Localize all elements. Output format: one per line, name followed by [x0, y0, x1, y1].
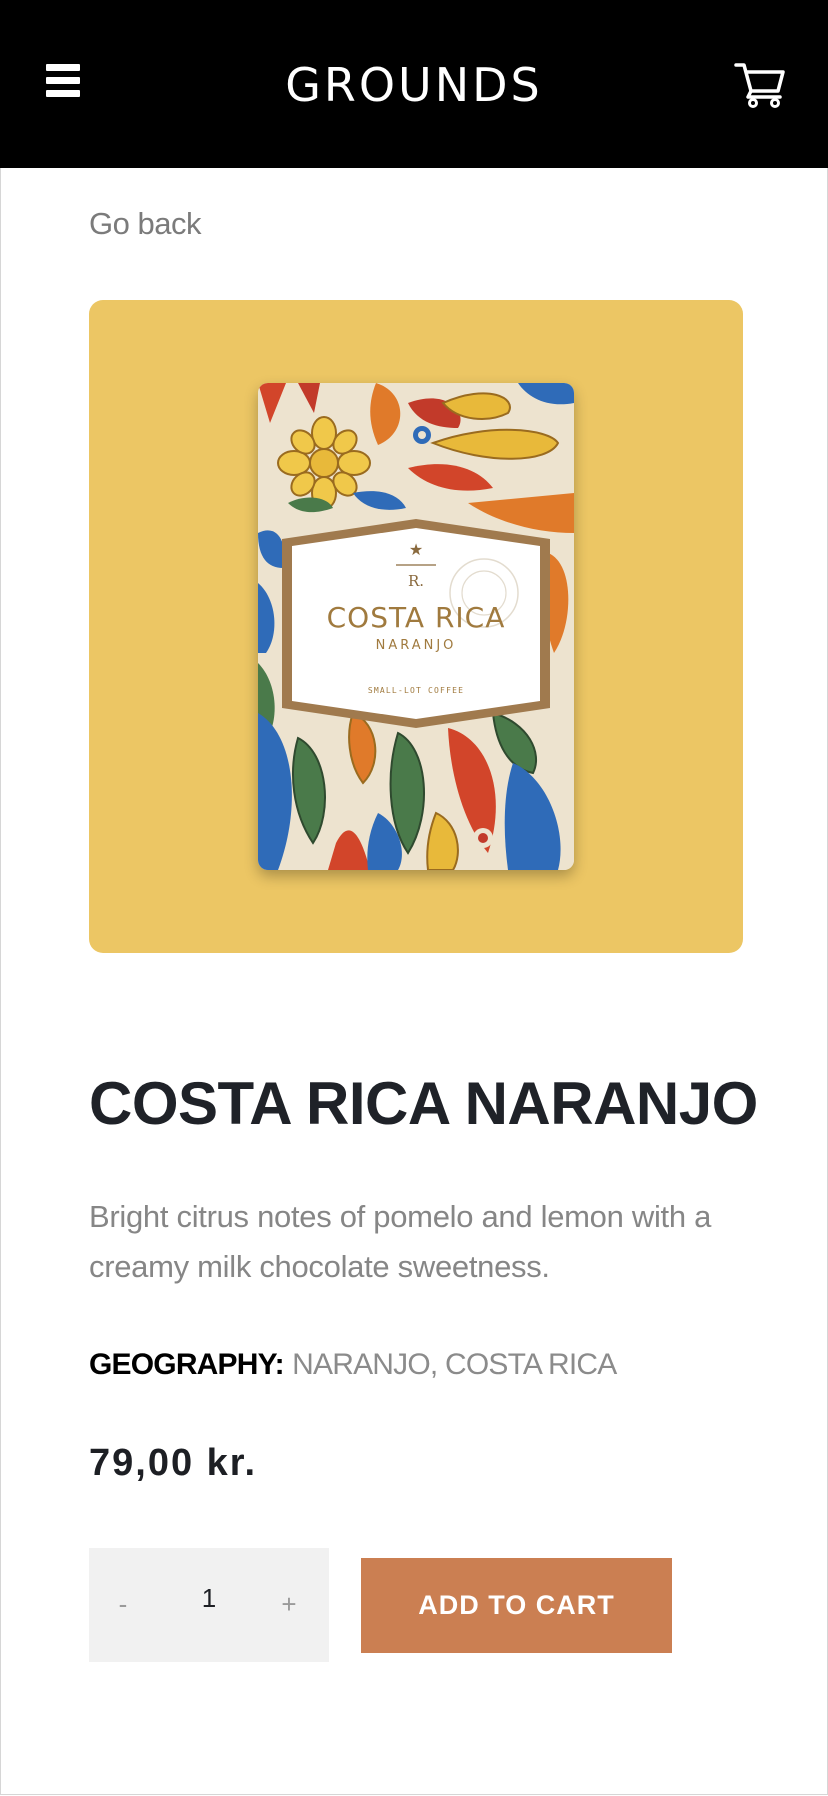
geography-label: GEOGRAPHY:: [89, 1348, 285, 1381]
increase-quantity-button[interactable]: +: [269, 1584, 309, 1624]
product-description: Bright citrus notes of pomelo and lemon …: [89, 1199, 712, 1284]
product-price: 79,00 kr.: [89, 1442, 258, 1484]
svg-text:NARANJO: NARANJO: [376, 638, 457, 653]
svg-text:SMALL-LOT COFFEE: SMALL-LOT COFFEE: [368, 686, 464, 695]
shopping-cart-icon[interactable]: [734, 60, 786, 108]
product-title: COSTA RICA NARANJO: [89, 1070, 758, 1137]
top-navbar: GROUNDS: [0, 0, 828, 168]
product-geography: GEOGRAPHY: NARANJO, COSTA RICA: [89, 1345, 617, 1385]
svg-text:★: ★: [409, 540, 423, 559]
brand-logo[interactable]: GROUNDS: [0, 55, 828, 115]
geography-value: NARANJO, COSTA RICA: [292, 1348, 617, 1381]
svg-text:COSTA RICA: COSTA RICA: [327, 601, 506, 634]
go-back-link[interactable]: Go back: [89, 206, 201, 242]
quantity-input[interactable]: [179, 1578, 239, 1618]
decrease-quantity-button[interactable]: -: [103, 1584, 143, 1624]
quantity-stepper: - +: [89, 1548, 329, 1662]
package-label: ★ R. COSTA RICA NARANJO SMALL-LOT COFFEE: [282, 519, 550, 728]
add-to-cart-button[interactable]: ADD TO CART: [361, 1558, 672, 1653]
svg-text:R.: R.: [408, 572, 424, 590]
product-image-panel: ★ R. COSTA RICA NARANJO SMALL-LOT COFFEE: [89, 300, 743, 953]
coffee-bag-image: ★ R. COSTA RICA NARANJO SMALL-LOT COFFEE: [258, 383, 574, 870]
